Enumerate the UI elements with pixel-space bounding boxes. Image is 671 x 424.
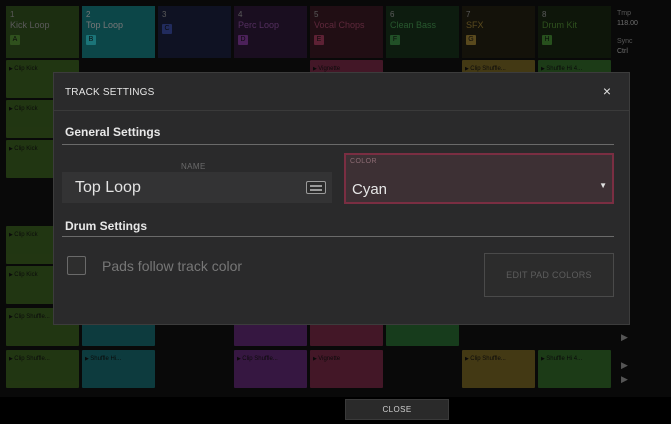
track-header-5[interactable]: 5 Vocal Chops E	[310, 6, 383, 58]
track-badge: A	[10, 35, 20, 45]
track-number: 2	[86, 10, 91, 19]
bottom-bar	[0, 397, 671, 424]
track-name: Vocal Chops	[314, 20, 365, 30]
track-header-4[interactable]: 4 Perc Loop D	[234, 6, 307, 58]
track-number: 8	[542, 10, 547, 19]
scene-launch-icon[interactable]: ▶	[621, 360, 628, 371]
track-number: 3	[162, 10, 167, 19]
name-field[interactable]: Top Loop	[62, 172, 332, 203]
scene-launch-icon[interactable]: ▶	[621, 332, 628, 343]
pads-follow-color-label: Pads follow track color	[102, 258, 243, 274]
sync-value: Ctrl	[617, 48, 628, 55]
track-name: Top Loop	[86, 20, 124, 30]
color-value: Cyan	[352, 181, 388, 198]
tempo-label: Tmp	[617, 10, 631, 17]
track-header-7[interactable]: 7 SFX G	[462, 6, 535, 58]
drum-settings-heading: Drum Settings	[65, 219, 148, 233]
track-number: 6	[390, 10, 395, 19]
general-settings-heading: General Settings	[65, 125, 161, 139]
tempo-display[interactable]: Tmp 118.00 Sync Ctrl	[611, 6, 671, 76]
close-icon[interactable]: ×	[598, 82, 616, 100]
scene-launch-icon[interactable]: ▶	[621, 374, 628, 385]
track-header-2[interactable]: 2 Top Loop B	[82, 6, 155, 58]
section-divider	[62, 236, 614, 237]
clip-slot[interactable]: Shuffle Hi 4...	[538, 350, 611, 388]
track-header-1[interactable]: 1 Kick Loop A	[6, 6, 79, 58]
clip-slot[interactable]: Clip Shuffle...	[6, 350, 79, 388]
track-badge: B	[86, 35, 96, 45]
track-badge: G	[466, 35, 476, 45]
track-name: Kick Loop	[10, 20, 50, 30]
track-name: SFX	[466, 20, 484, 30]
track-header-6[interactable]: 6 Clean Bass F	[386, 6, 459, 58]
chevron-down-icon: ▼	[599, 181, 607, 190]
name-label: NAME	[181, 162, 206, 171]
track-badge: C	[162, 24, 172, 34]
dialog-title: TRACK SETTINGS	[65, 87, 155, 98]
name-value: Top Loop	[75, 179, 141, 196]
section-divider	[62, 144, 614, 145]
track-number: 5	[314, 10, 319, 19]
tempo-value: 118.00	[617, 20, 638, 27]
color-label: COLOR	[350, 158, 377, 165]
clip-slot[interactable]: Clip Shuffle...	[234, 350, 307, 388]
track-header-3[interactable]: 3 C	[158, 6, 231, 58]
track-badge: H	[542, 35, 552, 45]
close-button[interactable]: CLOSE	[345, 399, 449, 420]
keyboard-icon[interactable]	[306, 181, 326, 194]
track-header-8[interactable]: 8 Drum Kit H	[538, 6, 611, 58]
sync-label: Sync	[617, 38, 633, 45]
clip-slot[interactable]: Clip Shuffle...	[462, 350, 535, 388]
pads-follow-color-checkbox[interactable]	[67, 256, 86, 275]
track-name: Drum Kit	[542, 20, 578, 30]
track-number: 4	[238, 10, 243, 19]
dialog-header: TRACK SETTINGS ×	[54, 73, 629, 111]
track-name: Perc Loop	[238, 20, 280, 30]
color-dropdown[interactable]: COLOR Cyan ▼	[344, 153, 614, 204]
clip-slot[interactable]: Vignette	[310, 350, 383, 388]
track-settings-dialog: TRACK SETTINGS × General Settings NAME T…	[53, 72, 630, 325]
clip-slot[interactable]: Shuffle Hi...	[82, 350, 155, 388]
track-badge: F	[390, 35, 400, 45]
track-number: 7	[466, 10, 471, 19]
track-name: Clean Bass	[390, 20, 437, 30]
track-badge: E	[314, 35, 324, 45]
track-number: 1	[10, 10, 15, 19]
track-badge: D	[238, 35, 248, 45]
edit-pad-colors-button[interactable]: EDIT PAD COLORS	[484, 253, 614, 297]
